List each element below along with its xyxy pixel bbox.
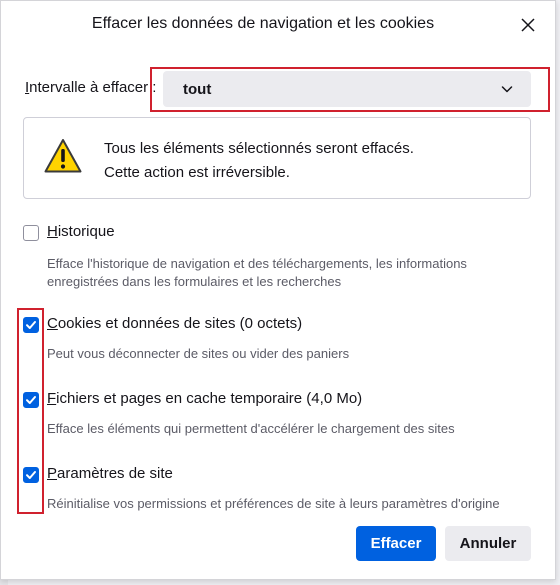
history-description: Efface l'historique de navigation et des… <box>47 256 467 289</box>
warning-box: Tous les éléments sélectionnés seront ef… <box>23 117 531 199</box>
cookies-description: Peut vous déconnecter de sites ou vider … <box>47 346 350 361</box>
chevron-down-icon <box>501 86 513 93</box>
cache-label[interactable]: Fichiers et pages en cache temporaire (4… <box>47 390 362 407</box>
history-label[interactable]: Historique <box>47 223 115 240</box>
warning-text: Tous les éléments sélectionnés seront ef… <box>104 137 414 185</box>
site-settings-description: Réinitialise vos permissions et préféren… <box>47 496 500 511</box>
cancel-button[interactable]: Annuler <box>445 526 531 561</box>
close-icon <box>521 18 535 32</box>
range-select[interactable]: tout <box>163 71 531 107</box>
warning-line-1: Tous les éléments sélectionnés seront ef… <box>104 140 414 157</box>
clear-data-dialog: Effacer les données de navigation et les… <box>0 0 556 580</box>
checkbox-highlight <box>17 308 44 514</box>
close-button[interactable] <box>516 13 540 37</box>
site-settings-label[interactable]: Paramètres de site <box>47 465 173 482</box>
range-select-value: tout <box>183 80 212 98</box>
dialog-title: Effacer les données de navigation et les… <box>91 15 435 32</box>
history-checkbox[interactable] <box>23 225 39 241</box>
clear-button[interactable]: Effacer <box>356 526 436 561</box>
warning-line-2: Cette action est irréversible. <box>104 164 290 181</box>
cookies-label[interactable]: Cookies et données de sites (0 octets) <box>47 315 302 332</box>
cache-description: Efface les éléments qui permettent d'acc… <box>47 421 455 436</box>
warning-icon <box>44 139 82 173</box>
range-label: Intervalle à effacer : <box>25 79 157 96</box>
